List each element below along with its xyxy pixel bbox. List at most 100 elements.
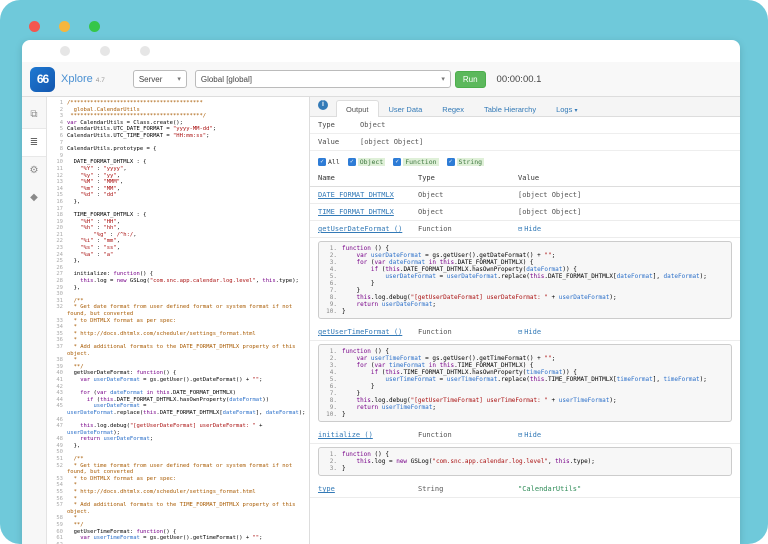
code-line: 6. }	[323, 383, 727, 390]
run-button[interactable]: Run	[455, 71, 486, 88]
editor-line: 59 **/	[47, 522, 309, 529]
editor-line: 27 initialize: function() {	[47, 271, 309, 278]
xplore-logo-icon: 66	[30, 67, 55, 92]
checkbox-checked-icon[interactable]: ✓	[447, 158, 455, 166]
app-toolbar: 66 Xplore 4.7 Server ▾ Global [global] ▾…	[22, 62, 740, 97]
checkbox-checked-icon[interactable]: ✓	[348, 158, 356, 166]
code-line: 5. userDateFormat = userDateFormat.repla…	[323, 273, 727, 280]
results-tabbar: i OutputUser DataRegexTable HierarchyLog…	[310, 97, 740, 117]
filter-label: Object	[358, 158, 385, 166]
line-number: 3	[47, 113, 67, 120]
code-text: *	[67, 496, 309, 503]
filter-string[interactable]: ✓String	[447, 158, 484, 166]
code-text: "%d" : "dd"	[67, 192, 309, 199]
execution-timer: 00:00:00.1	[497, 74, 542, 85]
open-new-window-icon[interactable]: ⧉	[22, 101, 46, 128]
result-name[interactable]: type	[318, 485, 418, 493]
server-select-value: Server	[139, 75, 163, 84]
line-number: 38	[47, 357, 67, 364]
close-button[interactable]	[29, 21, 40, 32]
filter-function[interactable]: ✓Function	[393, 158, 438, 166]
editor-line: 42	[47, 384, 309, 391]
result-name[interactable]: initialize ()	[318, 431, 418, 439]
script-editor[interactable]: 1/**************************************…	[47, 97, 309, 544]
tab-output[interactable]: Output	[336, 100, 379, 117]
editor-line: 58 *	[47, 515, 309, 522]
titlebar-dot	[140, 46, 150, 56]
titlebar-dot	[100, 46, 110, 56]
table-row: getUserTimeFormat ()Function⊟Hide	[310, 324, 740, 341]
column-header-value: Value	[518, 174, 740, 182]
scope-select[interactable]: Global [global] ▾	[195, 70, 451, 88]
zoom-button[interactable]	[89, 21, 100, 32]
result-name[interactable]: TIME_FORMAT_DHTMLX	[318, 208, 418, 216]
editor-line: 49 },	[47, 443, 309, 450]
server-select[interactable]: Server ▾	[133, 70, 187, 88]
editor-line: 34 *	[47, 324, 309, 331]
line-number: 37	[47, 344, 67, 357]
code-text: * Get time format from user defined form…	[67, 463, 309, 476]
line-number: 29	[47, 285, 67, 292]
editor-line: 15 "%d" : "dd"	[47, 192, 309, 199]
tab-table-hierarchy[interactable]: Table Hierarchy	[474, 100, 546, 117]
line-number: 44	[47, 397, 67, 404]
code-text	[67, 265, 309, 272]
code-text	[67, 384, 309, 391]
code-text: }	[342, 287, 727, 294]
hide-toggle[interactable]: Hide	[524, 225, 541, 233]
result-name[interactable]: getUserDateFormat ()	[318, 225, 418, 233]
code-text	[67, 206, 309, 213]
code-line: 4. if (this.DATE_FORMAT_DHTMLX.hasOwnPro…	[323, 266, 727, 273]
code-line-number: 9.	[323, 301, 342, 308]
code-text: }	[342, 465, 727, 472]
code-line-number: 1.	[323, 451, 342, 458]
line-number: 24	[47, 252, 67, 259]
editor-line: 43 for (var dateFormat in this.DATE_FORM…	[47, 390, 309, 397]
summary-value-value: [object Object]	[360, 138, 423, 146]
theme-icon[interactable]: ◆	[22, 184, 46, 211]
editor-line: 50	[47, 449, 309, 456]
result-name[interactable]: getUserTimeFormat ()	[318, 328, 418, 336]
script-icon[interactable]: ≣	[22, 128, 46, 157]
result-name[interactable]: DATE_FORMAT_DHTMLX	[318, 191, 418, 199]
line-number: 4	[47, 120, 67, 127]
line-number: 47	[47, 423, 67, 436]
code-text: CalendarUtils.UTC_TIME_FORMAT = "HH:mm:s…	[67, 133, 309, 140]
code-text: "%M" : "MMM",	[67, 179, 309, 186]
titlebar-dot	[60, 46, 70, 56]
line-number: 50	[47, 449, 67, 456]
info-icon[interactable]: i	[318, 100, 328, 110]
summary-type-value: Object	[360, 121, 385, 129]
line-number: 19	[47, 219, 67, 226]
code-text: var userTimeFormat = gs.getUser().getTim…	[342, 355, 727, 362]
minimize-button[interactable]	[59, 21, 70, 32]
hide-toggle[interactable]: Hide	[524, 431, 541, 439]
code-line-number: 3.	[323, 465, 342, 472]
checkbox-checked-icon[interactable]: ✓	[393, 158, 401, 166]
editor-line: 41 var userDateFormat = gs.getUser().get…	[47, 377, 309, 384]
editor-line: 26	[47, 265, 309, 272]
line-number: 27	[47, 271, 67, 278]
code-line: 5. userTimeFormat = userTimeFormat.repla…	[323, 376, 727, 383]
code-text: return userDateFormat;	[67, 436, 309, 443]
hide-toggle[interactable]: Hide	[524, 328, 541, 336]
result-type: Object	[418, 191, 518, 199]
tab-user-data[interactable]: User Data	[379, 100, 433, 117]
checkbox-checked-icon[interactable]: ✓	[318, 158, 326, 166]
code-text: * to DHTMLX format as per spec:	[67, 318, 309, 325]
tab-logs[interactable]: Logs ▾	[546, 100, 587, 117]
code-text: "%a" : "a"	[67, 252, 309, 259]
editor-line: 39 **/	[47, 364, 309, 371]
line-number: 55	[47, 489, 67, 496]
code-text: for (var timeFormat in this.TIME_FORMAT_…	[342, 362, 727, 369]
editor-line: 48 return userDateFormat;	[47, 436, 309, 443]
filter-object[interactable]: ✓Object	[348, 158, 385, 166]
code-text: }	[342, 411, 727, 418]
code-line: 8. this.log.debug("[getUserDateFormat] u…	[323, 294, 727, 301]
tabs: OutputUser DataRegexTable HierarchyLogs …	[336, 100, 587, 116]
filter-all[interactable]: ✓All	[318, 158, 340, 166]
line-number: 43	[47, 390, 67, 397]
settings-gear-icon[interactable]: ⚙	[22, 157, 46, 184]
tab-regex[interactable]: Regex	[432, 100, 474, 117]
code-text: /***************************************…	[67, 100, 309, 107]
